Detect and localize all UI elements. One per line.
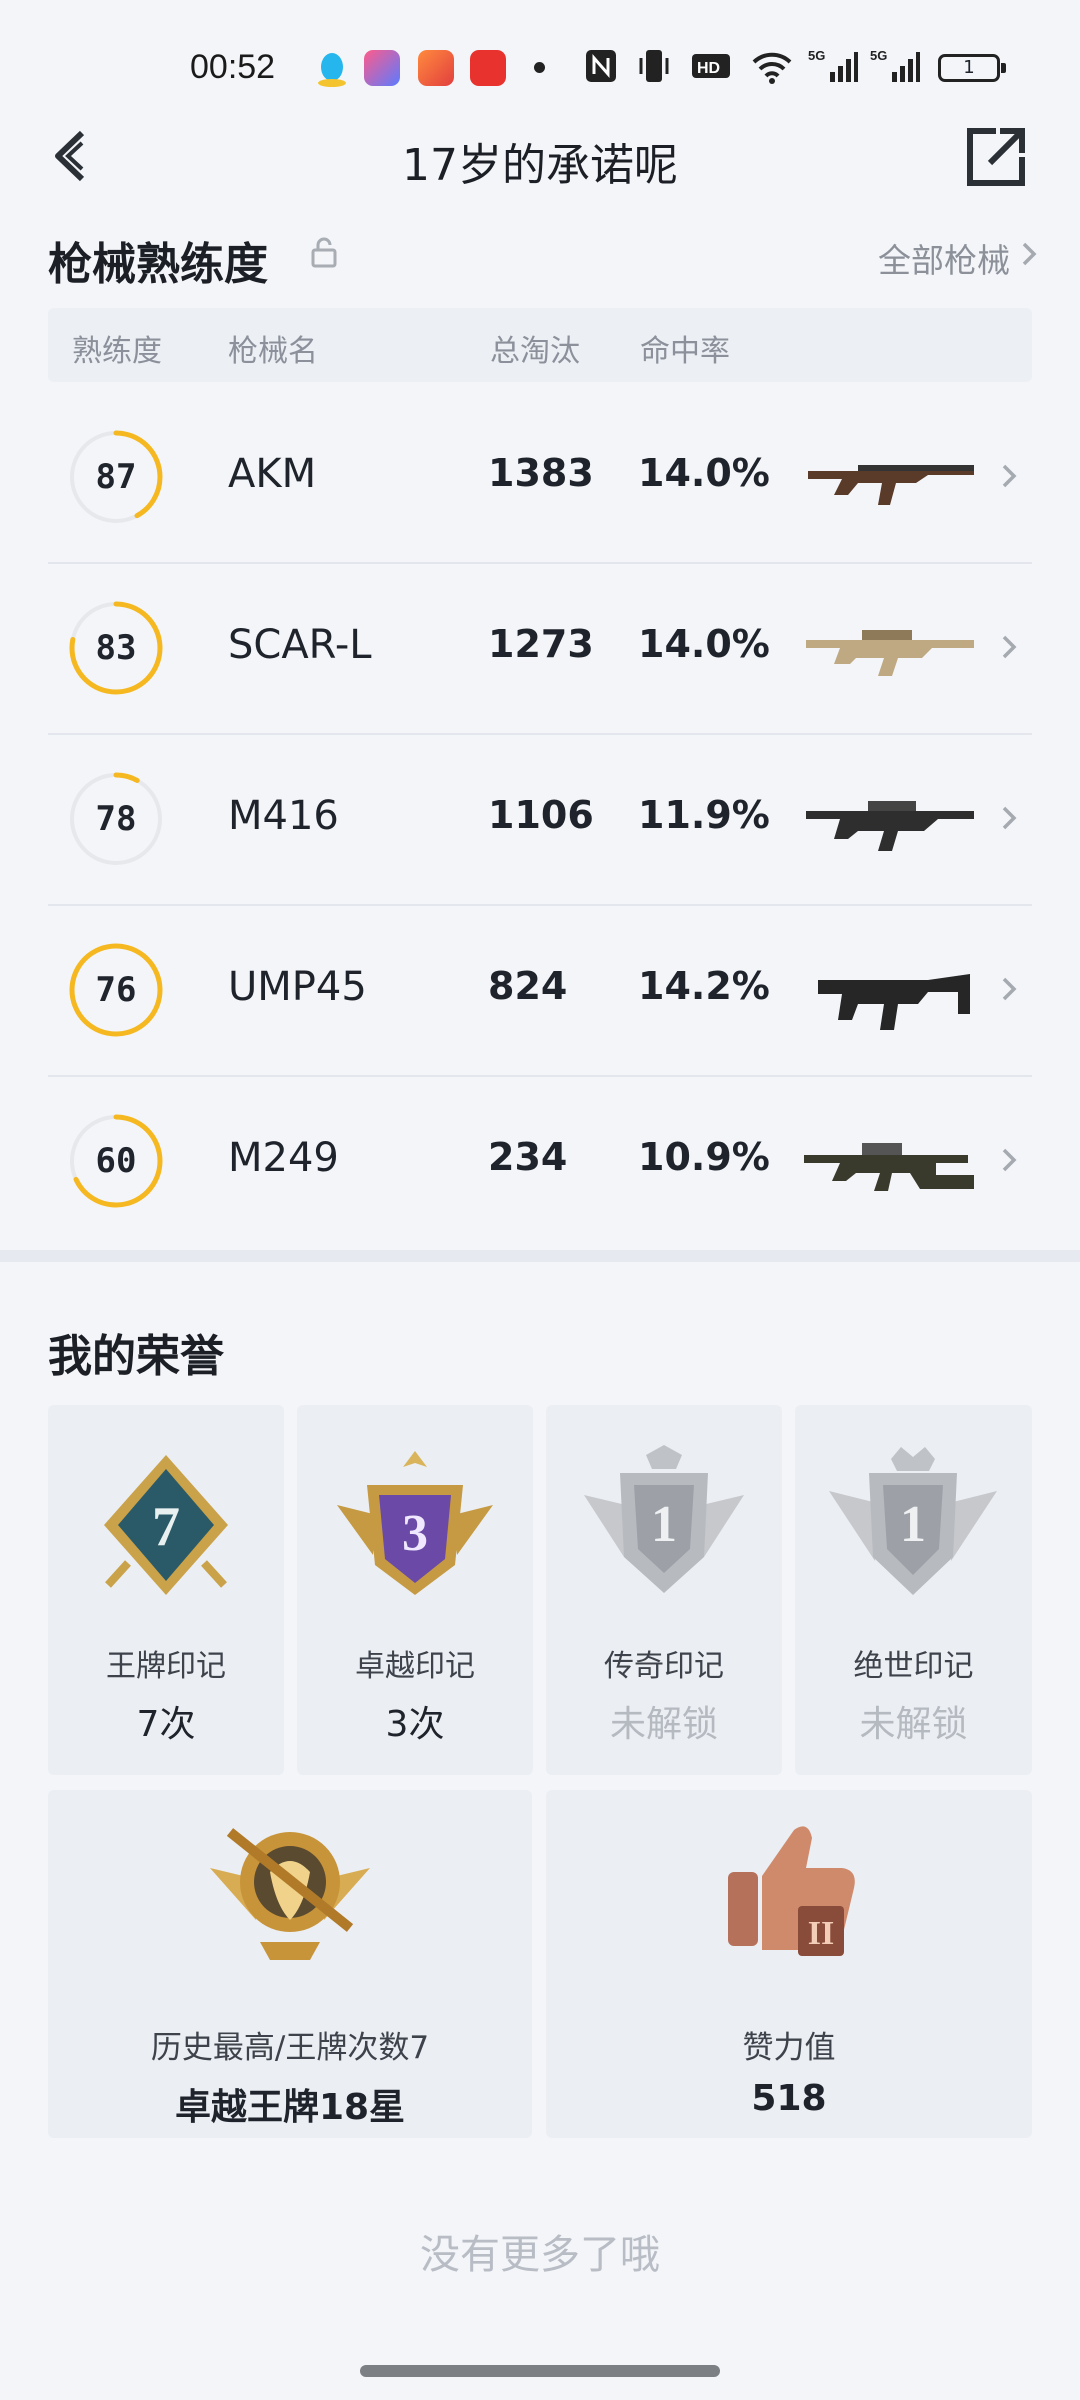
- share-external-icon[interactable]: [960, 121, 1032, 193]
- col-proficiency: 熟练度: [72, 334, 162, 369]
- chevron-right-icon: [1002, 977, 1017, 1001]
- weapon-accuracy: 14.0%: [638, 622, 770, 666]
- honor-value: 7次: [136, 1704, 196, 1745]
- honor-card-excellent[interactable]: 3 卓越印记 3次: [297, 1405, 533, 1775]
- proficiency-value: 76: [95, 970, 137, 1010]
- likes-value: 518: [751, 2078, 827, 2119]
- proficiency-value: 83: [95, 628, 137, 668]
- highest-rank-label: 历史最高/王牌次数7: [150, 2030, 430, 2066]
- honor-card-peerless[interactable]: 1 绝世印记 未解锁: [795, 1405, 1032, 1775]
- chevron-right-icon: [1002, 464, 1017, 488]
- notification-dot: [534, 62, 545, 73]
- section-divider: [0, 1250, 1080, 1262]
- weapon-accuracy: 11.9%: [638, 793, 770, 837]
- weapon-name: AKM: [228, 451, 317, 497]
- rank-emblem-icon: [210, 1828, 370, 1960]
- weapon-image: [818, 974, 970, 1030]
- honors-section-title: 我的荣誉: [48, 1331, 224, 1382]
- weapon-kills: 824: [488, 964, 568, 1008]
- honor-value: 未解锁: [609, 1704, 718, 1745]
- weapon-row[interactable]: 60 M249 234 10.9%: [48, 1075, 1032, 1246]
- col-accuracy: 命中率: [640, 334, 730, 369]
- weapon-accuracy: 14.0%: [638, 451, 770, 495]
- thumbs-up-icon: II: [728, 1826, 855, 1956]
- weapon-row[interactable]: 78 M416 1106 11.9%: [48, 733, 1032, 904]
- honor-label: 绝世印记: [853, 1649, 974, 1684]
- weapon-kills: 1383: [488, 451, 594, 495]
- all-weapons-link[interactable]: 全部枪械: [878, 234, 1010, 282]
- honor-value: 3次: [385, 1704, 445, 1745]
- honor-label: 王牌印记: [106, 1649, 226, 1684]
- weapon-image: [806, 630, 974, 676]
- weapon-name: M416: [228, 793, 339, 839]
- honor-label: 卓越印记: [355, 1649, 475, 1684]
- 5g-signal-icon: 5G: [808, 48, 858, 82]
- honor-card-legend[interactable]: 1 传奇印记 未解锁: [546, 1405, 782, 1775]
- proficiency-value: 78: [95, 799, 137, 839]
- svg-text:7: 7: [152, 1496, 180, 1558]
- svg-text:1: 1: [651, 1496, 677, 1553]
- weapon-image: [804, 1143, 974, 1191]
- battery-icon: 1: [938, 54, 1006, 82]
- qq-icon: [314, 50, 350, 87]
- highest-rank-value: 卓越王牌18星: [174, 2087, 406, 2128]
- weapon-image: [806, 801, 974, 851]
- photos-app-icon: [364, 50, 400, 86]
- weapon-kills: 1273: [488, 622, 594, 666]
- excellent-badge-icon: 3: [337, 1451, 493, 1595]
- highest-rank-card[interactable]: 历史最高/王牌次数7 卓越王牌18星: [48, 1790, 532, 2138]
- honor-card-ace[interactable]: 7 王牌印记 7次: [48, 1405, 284, 1775]
- chevron-right-icon: [1002, 1148, 1017, 1172]
- weapon-name: UMP45: [228, 964, 367, 1010]
- status-time: 00:52: [190, 48, 276, 86]
- svg-text:5G: 5G: [870, 48, 887, 63]
- header: 17岁的承诺呢: [0, 115, 1080, 195]
- peerless-badge-icon: 1: [829, 1447, 997, 1595]
- 5g-signal-icon: 5G: [870, 48, 920, 82]
- col-name: 枪械名: [228, 334, 318, 369]
- red-packet-icon: [470, 50, 506, 86]
- proficiency-value: 60: [95, 1141, 137, 1181]
- nfc-icon: [586, 50, 616, 82]
- legend-badge-icon: 1: [584, 1445, 744, 1593]
- vibrate-icon: [639, 50, 669, 82]
- svg-text:II: II: [808, 1915, 834, 1952]
- chevron-right-icon: [1002, 635, 1017, 659]
- weapon-kills: 234: [488, 1135, 568, 1179]
- likes-label: 赞力值: [742, 2030, 836, 2066]
- weapon-table-header: 熟练度 枪械名 总淘汰 命中率: [48, 308, 1032, 382]
- hd-icon: HD: [692, 54, 730, 78]
- lock-icon[interactable]: [310, 236, 338, 268]
- ace-badge-icon: 7: [104, 1455, 228, 1595]
- weapon-name: M249: [228, 1135, 339, 1181]
- chevron-right-icon: [1022, 242, 1037, 266]
- likes-card[interactable]: II 赞力值 518: [546, 1790, 1032, 2138]
- col-kills: 总淘汰: [490, 334, 580, 369]
- home-indicator[interactable]: [360, 2365, 720, 2377]
- proficiency-value: 87: [95, 457, 137, 497]
- weapon-image: [808, 465, 974, 505]
- weapon-row[interactable]: 76 UMP45 824 14.2%: [48, 904, 1032, 1075]
- svg-text:5G: 5G: [808, 48, 825, 63]
- game-app-icon: [418, 50, 454, 86]
- svg-text:1: 1: [900, 1496, 926, 1553]
- page-title: 17岁的承诺呢: [402, 140, 678, 191]
- weapon-accuracy: 14.2%: [638, 964, 770, 1008]
- svg-text:3: 3: [402, 1505, 428, 1562]
- weapon-row[interactable]: 87 AKM 1383 14.0%: [48, 391, 1032, 562]
- weapon-row[interactable]: 83 SCAR-L 1273 14.0%: [48, 562, 1032, 733]
- weapon-accuracy: 10.9%: [638, 1135, 770, 1179]
- weapon-kills: 1106: [488, 793, 594, 837]
- honor-label: 传奇印记: [604, 1649, 724, 1684]
- weapon-name: SCAR-L: [228, 622, 372, 668]
- chevron-right-icon: [1002, 806, 1017, 830]
- weapon-section-title: 枪械熟练度: [48, 239, 268, 290]
- honor-value: 未解锁: [859, 1704, 968, 1745]
- no-more-text: 没有更多了哦: [420, 2232, 660, 2278]
- svg-text:HD: HD: [697, 60, 720, 77]
- wifi-icon: [752, 52, 792, 84]
